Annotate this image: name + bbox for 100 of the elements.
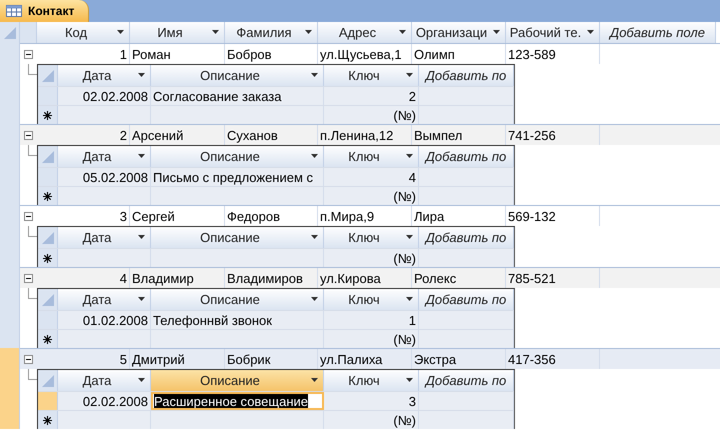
table-cell: Бобров (225, 44, 318, 64)
column-header[interactable]: Описание (151, 65, 324, 86)
column-header[interactable]: Дата (58, 370, 151, 391)
dropdown-caret-icon[interactable] (406, 154, 413, 158)
dropdown-caret-icon[interactable] (406, 297, 413, 301)
column-header[interactable]: Код (37, 22, 130, 43)
table-cell: Федоров (225, 206, 318, 226)
dropdown-caret-icon[interactable] (406, 378, 413, 382)
table-icon (6, 5, 22, 17)
new-record-icon (43, 254, 52, 262)
dropdown-caret-icon[interactable] (587, 30, 594, 34)
dropdown-caret-icon[interactable] (406, 73, 413, 77)
table-cell: 4 (37, 268, 130, 288)
collapse-icon[interactable] (24, 130, 33, 140)
column-header[interactable]: Рабочий те. (506, 22, 600, 43)
column-header[interactable]: Ключ (324, 227, 419, 248)
table-cell: (№) (324, 411, 419, 429)
table-cell: 123-589 (506, 44, 600, 64)
column-header[interactable]: Добавить по (419, 370, 514, 391)
table-cell: 785-521 (506, 268, 600, 288)
column-header[interactable]: Ключ (324, 289, 419, 310)
new-record-icon (43, 334, 52, 344)
table-cell: Владимиров (225, 268, 318, 288)
table-cell: ул.Палиха (318, 349, 412, 369)
table-cell: Расширенное совещание (151, 392, 324, 410)
column-header[interactable]: Ключ (324, 370, 419, 391)
column-header[interactable]: Добавить по (419, 65, 514, 86)
table-tab[interactable]: Контакт (0, 0, 90, 22)
dropdown-caret-icon[interactable] (305, 30, 312, 34)
table-cell: 5 (37, 349, 130, 369)
table-cell: Лира (412, 206, 506, 226)
table-cell: Сергей (130, 206, 225, 226)
column-header[interactable]: Адрес (318, 22, 412, 43)
collapse-icon[interactable] (24, 354, 33, 364)
table-cell: Владимир (130, 268, 225, 288)
dropdown-caret-icon[interactable] (493, 30, 500, 34)
column-header[interactable]: Описание (151, 289, 324, 310)
table-cell: 1 (37, 44, 130, 64)
dropdown-caret-icon[interactable] (311, 73, 318, 77)
column-header[interactable]: Организаци (412, 22, 506, 43)
table-cell: Ролекс (412, 268, 506, 288)
dropdown-caret-icon[interactable] (138, 235, 145, 239)
new-record-icon (43, 192, 52, 200)
tree-line (28, 288, 37, 299)
column-header[interactable]: Добавить по (419, 289, 514, 310)
table-cell: Бобрик (225, 349, 318, 369)
column-header[interactable]: Имя (130, 22, 225, 43)
tree-line (28, 226, 37, 237)
column-header[interactable]: Дата (58, 65, 151, 86)
dropdown-caret-icon[interactable] (138, 378, 145, 382)
column-header[interactable]: Описание (151, 146, 324, 167)
table-cell: Экстра (412, 349, 506, 369)
dropdown-caret-icon[interactable] (406, 235, 413, 239)
table-cell: 3 (37, 206, 130, 226)
dropdown-caret-icon[interactable] (311, 297, 318, 301)
row-selector[interactable] (38, 106, 58, 124)
collapse-icon[interactable] (24, 274, 33, 282)
dropdown-caret-icon[interactable] (138, 73, 145, 77)
table-cell: 2 (37, 125, 130, 145)
column-header[interactable]: Фамилия (225, 22, 318, 43)
column-header[interactable]: Ключ (324, 65, 419, 86)
dropdown-caret-icon[interactable] (117, 30, 124, 34)
table-cell: 417-356 (506, 349, 600, 369)
column-header[interactable]: Дата (58, 146, 151, 167)
column-header[interactable]: Добавить поле (600, 22, 716, 43)
column-header[interactable]: Дата (58, 227, 151, 248)
dropdown-caret-icon[interactable] (399, 30, 406, 34)
column-header[interactable]: Дата (58, 289, 151, 310)
dropdown-caret-icon[interactable] (212, 30, 219, 34)
table-cell: Вымпел (412, 125, 506, 145)
column-header[interactable]: Добавить по (419, 146, 514, 167)
collapse-icon[interactable] (24, 50, 33, 58)
dropdown-caret-icon[interactable] (138, 297, 145, 301)
table-cell: п.Мира,9 (318, 206, 412, 226)
table-cell: Роман (130, 44, 225, 64)
dropdown-caret-icon[interactable] (311, 154, 318, 158)
dropdown-caret-icon[interactable] (311, 378, 318, 382)
tree-line (28, 369, 37, 380)
dropdown-caret-icon[interactable] (138, 154, 145, 158)
table-cell: Суханов (225, 125, 318, 145)
table-cell: 569-132 (506, 206, 600, 226)
column-header[interactable]: Ключ (324, 146, 419, 167)
column-header[interactable]: Добавить по (419, 227, 514, 248)
tree-line (28, 145, 37, 156)
new-record-icon (43, 110, 52, 120)
column-header[interactable]: Описание (151, 370, 324, 391)
table-cell: ул.Щусьева,1 (318, 44, 412, 64)
dropdown-caret-icon[interactable] (311, 235, 318, 239)
collapse-icon[interactable] (24, 212, 33, 220)
row-selector[interactable] (38, 187, 58, 205)
table-cell: Олимп (412, 44, 506, 64)
table-cell: п.Ленина,12 (318, 125, 412, 145)
row-selector[interactable] (38, 249, 58, 267)
tree-line (28, 64, 37, 75)
table-cell: Арсений (130, 125, 225, 145)
table-cell: ул.Кирова (318, 268, 412, 288)
column-header[interactable]: Описание (151, 227, 324, 248)
row-selector[interactable] (38, 411, 58, 429)
row-selector[interactable] (38, 330, 58, 348)
table-cell: 741-256 (506, 125, 600, 145)
